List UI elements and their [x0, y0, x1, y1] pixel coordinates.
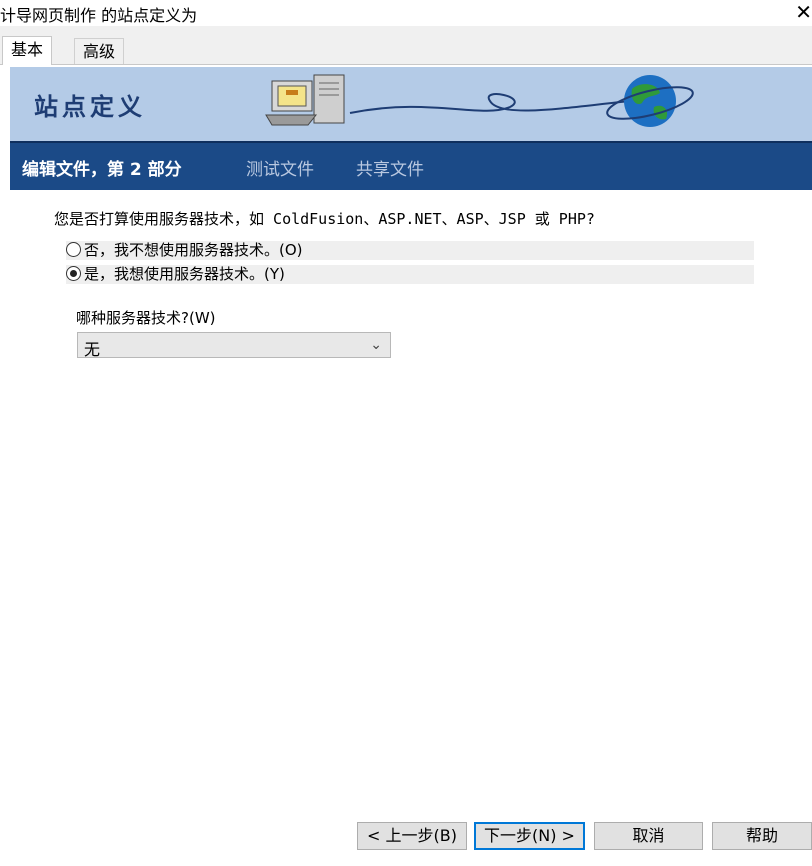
wizard-panel: 站点定义 编辑文件，第 2 部分 测试文件 共享文件 您是否打算使用服务器技术，… [0, 64, 812, 866]
title-bar: 计导网页制作 的站点定义为 ✕ [0, 0, 812, 26]
radio-label-yes: 是，我想使用服务器技术。(Y) [84, 265, 285, 283]
radio-option-yes[interactable]: 是，我想使用服务器技术。(Y) [66, 265, 754, 284]
back-button[interactable]: < 上一步(B) [357, 822, 467, 850]
globe-icon [606, 75, 694, 127]
server-tech-select[interactable]: 无 ⌄ [77, 332, 391, 359]
radio-option-no[interactable]: 否，我不想使用服务器技术。(O) [66, 241, 754, 260]
close-icon[interactable]: ✕ [788, 0, 812, 26]
tab-advanced[interactable]: 高级 [74, 38, 125, 65]
computer-icon [265, 74, 345, 126]
radio-label-no: 否，我不想使用服务器技术。(O) [84, 241, 303, 259]
server-tech-value: 无 [84, 340, 101, 359]
step-share-files: 共享文件 [356, 160, 424, 180]
tab-basic[interactable]: 基本 [2, 36, 53, 65]
next-button[interactable]: 下一步(N) > [474, 822, 585, 850]
wizard-banner: 站点定义 [10, 67, 812, 141]
cancel-button[interactable]: 取消 [594, 822, 703, 850]
wizard-steps: 编辑文件，第 2 部分 测试文件 共享文件 [10, 141, 812, 190]
help-button[interactable]: 帮助 [712, 822, 812, 850]
window-title: 计导网页制作 的站点定义为 [0, 6, 198, 25]
radio-button-yes[interactable] [66, 266, 81, 281]
chevron-down-icon: ⌄ [370, 337, 382, 353]
radio-button-no[interactable] [66, 242, 81, 257]
step-edit-files: 编辑文件，第 2 部分 [22, 160, 182, 180]
server-tech-label: 哪种服务器技术?(W) [76, 309, 216, 327]
step-test-files: 测试文件 [246, 160, 314, 180]
server-tech-question: 您是否打算使用服务器技术，如 ColdFusion、ASP.NET、ASP、JS… [54, 210, 595, 228]
banner-title: 站点定义 [34, 92, 146, 121]
